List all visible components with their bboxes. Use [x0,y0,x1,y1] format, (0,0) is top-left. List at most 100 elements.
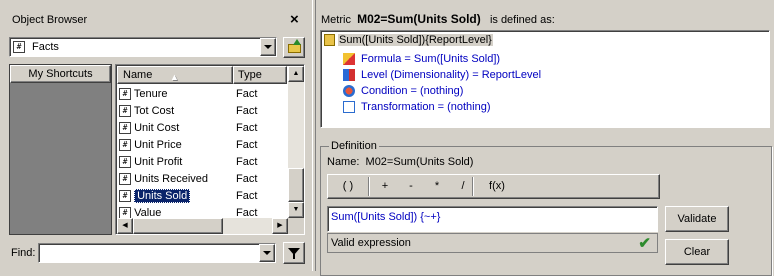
fact-icon: # [119,173,131,186]
toolbar-separator [472,177,474,196]
list-item[interactable]: # Unit Price Fact [119,137,287,154]
toolbar-separator [368,177,370,196]
scroll-left-button[interactable]: ◀ [117,218,133,234]
metric-tree[interactable]: Sum([Units Sold]){ReportLevel} Formula =… [320,30,770,128]
tree-item[interactable]: Level (Dimensionality) = ReportLevel [343,67,541,83]
fact-folder-icon: # [13,41,25,53]
list-item-type: Fact [236,122,258,134]
column-header-name[interactable]: Name ▲ [117,66,233,84]
name-value: M02=Sum(Units Sold) [365,156,474,168]
expression-editor[interactable]: Sum([Units Sold]) {~+} [327,206,658,232]
find-label: Find: [11,247,36,259]
column-type-label: Type [238,69,262,81]
my-shortcuts-label: My Shortcuts [28,68,93,80]
my-shortcuts-button[interactable]: My Shortcuts [10,65,111,83]
validation-status-bar: Valid expression ✔ [327,233,658,253]
green-arrow-icon [293,39,301,45]
shortcuts-pane[interactable]: My Shortcuts [9,64,112,235]
scroll-up-button[interactable]: ▲ [288,66,304,82]
clear-button[interactable]: Clear [665,239,729,265]
object-rows: # Tenure Fact # Tot Cost Fact # Unit Cost Fac… [119,86,287,222]
list-item-name: Unit Price [134,139,182,151]
object-list[interactable]: Name ▲ Type # Tenure Fact # Tot Cost Fact # … [115,64,305,235]
list-item[interactable]: # Tot Cost Fact [119,103,287,120]
list-item-type: Fact [236,105,258,117]
list-item-name: Tenure [133,88,168,100]
folder-value: Facts [32,41,59,53]
parentheses-button[interactable]: ( ) [331,178,365,195]
tree-item[interactable]: Transformation = (nothing) [343,99,541,115]
list-item-type: Fact [236,156,258,168]
hscroll-thumb[interactable] [133,218,223,234]
folder-up-icon [288,44,301,53]
expression-text: Sum([Units Sold]) {~+} [331,211,441,223]
sort-ascending-icon: ▲ [170,72,179,82]
scroll-corner [288,218,304,234]
fact-icon: # [119,190,131,203]
list-item-name: Tot Cost [133,105,175,117]
multiply-button[interactable]: * [425,178,449,195]
validation-status: Valid expression [331,237,411,249]
tree-item-label: Transformation = (nothing) [361,101,491,113]
level-icon [343,69,355,82]
plus-button[interactable]: + [373,178,397,195]
list-item-type: Fact [236,139,258,151]
definition-group-label: Definition [329,140,379,152]
vertical-scrollbar[interactable]: ▲ ▼ [288,66,304,218]
folder-up-button[interactable] [283,37,305,58]
metric-header-suffix: is defined as: [489,14,555,26]
metric-header-prefix: Metric [321,14,351,26]
column-header-type[interactable]: Type [233,66,287,84]
fact-icon: # [119,88,131,101]
find-input[interactable] [38,243,276,263]
horizontal-scrollbar[interactable]: ◀ ▶ [117,218,288,234]
scroll-thumb[interactable] [288,168,304,202]
metric-name: M02=Sum(Units Sold) [357,12,481,26]
fact-icon: # [119,139,131,152]
definition-group: Definition Name: M02=Sum(Units Sold) ( )… [320,140,772,276]
function-button[interactable]: f(x) [481,178,513,195]
find-chevron-down-icon[interactable] [259,244,275,262]
metric-editor-panel: Metric M02=Sum(Units Sold) is defined as… [316,0,774,276]
formula-icon [343,53,355,66]
chevron-down-icon[interactable] [260,38,276,56]
fact-icon: # [119,105,131,118]
list-item-name: Unit Profit [134,156,183,168]
validate-button[interactable]: Validate [665,206,729,232]
tree-item-label: Condition = (nothing) [361,85,464,97]
tree-item[interactable]: Condition = (nothing) [343,83,541,99]
fact-icon: # [119,156,131,169]
scroll-down-button[interactable]: ▼ [288,202,304,218]
close-icon[interactable]: × [290,11,299,28]
list-item[interactable]: # Tenure Fact [119,86,287,103]
validate-label: Validate [677,213,717,225]
object-browser-title: Object Browser [12,14,88,26]
name-label: Name: [327,156,360,168]
list-item-name: Units Sold [134,189,191,203]
list-item-type: Fact [236,190,258,202]
transformation-icon [343,101,355,114]
check-icon: ✔ [638,235,651,252]
list-item[interactable]: # Unit Profit Fact [119,154,287,171]
tree-item-label: Level (Dimensionality) = ReportLevel [361,69,542,81]
fact-icon: # [119,122,131,135]
folder-dropdown[interactable]: # Facts [9,37,277,57]
tree-root[interactable]: Sum([Units Sold]){ReportLevel} [324,34,493,47]
list-item[interactable]: # Units Received Fact [119,171,287,188]
metric-root-icon [324,34,335,47]
column-name-label: Name [123,69,153,81]
list-item[interactable]: # Unit Cost Fact [119,120,287,137]
list-item-type: Fact [236,173,258,185]
clear-label: Clear [683,246,711,258]
scroll-right-button[interactable]: ▶ [272,218,288,234]
operator-toolbar: ( ) + - * / f(x) [327,174,660,199]
condition-icon [343,85,355,98]
metric-header: Metric M02=Sum(Units Sold) is defined as… [321,12,555,26]
minus-button[interactable]: - [399,178,423,195]
tree-root-label: Sum([Units Sold]){ReportLevel} [338,34,493,46]
list-item[interactable]: # Units Sold Fact [119,188,287,205]
tree-item[interactable]: Formula = Sum([Units Sold]) [343,51,541,67]
list-item-type: Fact [236,88,258,100]
filter-button[interactable] [283,242,305,264]
tree-item-label: Formula = Sum([Units Sold]) [361,53,501,65]
